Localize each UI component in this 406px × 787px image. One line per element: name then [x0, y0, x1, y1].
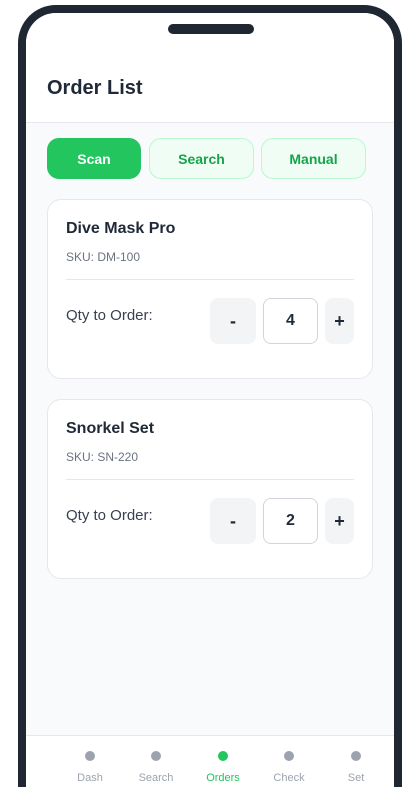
app-header: Order List	[26, 53, 394, 123]
nav-item-check[interactable]: Check	[259, 736, 319, 787]
decrease-qty-button[interactable]: -	[210, 498, 256, 544]
item-sku: SKU: DM-100	[66, 250, 141, 264]
order-item-card: Dive Mask Pro SKU: DM-100 Qty to Order: …	[47, 199, 373, 379]
nav-label: Dash	[77, 772, 103, 784]
order-item-card: Snorkel Set SKU: SN-220 Qty to Order: - …	[47, 399, 373, 579]
phone-notch	[168, 24, 254, 34]
increase-qty-button[interactable]: +	[325, 298, 354, 344]
bottom-nav: Dash Search Orders Check Set	[26, 735, 394, 787]
nav-item-set[interactable]: Set	[326, 736, 386, 787]
search-mode-button[interactable]: Search	[149, 138, 254, 179]
orders-icon	[218, 751, 228, 761]
nav-item-search[interactable]: Search	[126, 736, 186, 787]
card-divider	[66, 279, 354, 280]
check-icon	[284, 751, 294, 761]
item-sku: SKU: SN-220	[66, 450, 139, 464]
nav-item-dash[interactable]: Dash	[60, 736, 120, 787]
nav-label: Search	[138, 772, 174, 784]
settings-icon	[351, 751, 361, 761]
phone-frame: Order List Scan Search Manual Dive Mask …	[18, 5, 402, 787]
page-title: Order List	[47, 77, 143, 99]
card-divider	[66, 479, 354, 480]
nav-item-orders[interactable]: Orders	[193, 736, 253, 787]
scan-mode-button[interactable]: Scan	[47, 138, 141, 179]
qty-label: Qty to Order:	[66, 307, 153, 324]
nav-label: Set	[347, 772, 365, 784]
dash-icon	[85, 751, 95, 761]
decrease-qty-button[interactable]: -	[210, 298, 256, 344]
nav-label: Orders	[206, 772, 240, 784]
nav-label: Check	[273, 772, 305, 784]
item-name: Dive Mask Pro	[66, 220, 176, 237]
item-name: Snorkel Set	[66, 420, 155, 437]
manual-mode-button[interactable]: Manual	[261, 138, 366, 179]
increase-qty-button[interactable]: +	[325, 498, 354, 544]
status-bar	[26, 13, 394, 53]
qty-value[interactable]: 2	[263, 498, 318, 544]
input-mode-switch: Scan Search Manual	[47, 138, 366, 179]
search-icon	[151, 751, 161, 761]
qty-label: Qty to Order:	[66, 507, 153, 524]
qty-value[interactable]: 4	[263, 298, 318, 344]
